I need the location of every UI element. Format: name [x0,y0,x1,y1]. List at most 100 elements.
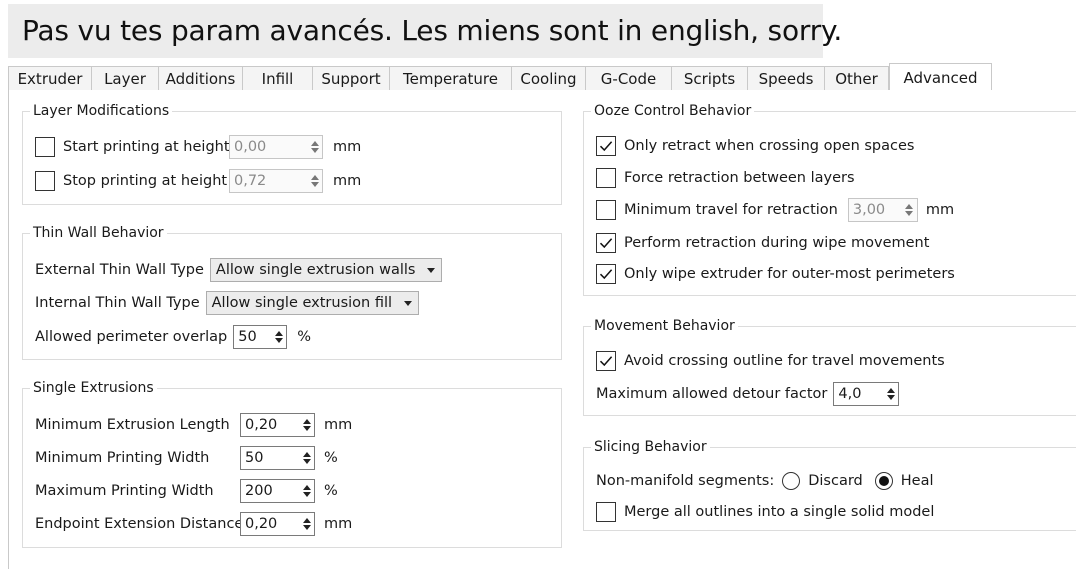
group-title: Slicing Behavior [591,438,710,456]
select-value: Allow single extrusion walls [215,262,416,278]
tab-infill[interactable]: Infill [243,66,313,91]
start-printing-row: Start printing at height 0,00 mm [35,134,361,160]
tab-g-code[interactable]: G-Code [586,66,672,91]
retract-open-label: Only retract when crossing open spaces [624,138,915,154]
tab-layer[interactable]: Layer [92,66,159,91]
unit-label: % [297,329,312,345]
tab-extruder[interactable]: Extruder [8,66,92,91]
checkmark-icon [599,356,613,367]
spin-value: 50 [245,450,264,466]
unit-label: mm [333,139,362,155]
spin-value: 3,00 [852,202,886,218]
spin-value: 200 [245,483,273,499]
tab-speeds[interactable]: Speeds [748,66,825,91]
endpoint-extension-row: Endpoint Extension Distance 0,20 mm [35,511,352,537]
internal-thin-wall-select[interactable]: Allow single extrusion fill [205,291,420,315]
thin-wall-group: Thin Wall Behavior External Thin Wall Ty… [22,224,562,360]
spin-arrows-icon[interactable] [901,199,917,221]
tab-advanced[interactable]: Advanced [889,63,992,92]
spin-arrows-icon[interactable] [298,513,314,535]
nonmanifold-label: Non-manifold segments: [596,473,775,489]
perimeter-overlap-label: Allowed perimeter overlap [35,329,228,345]
group-title: Layer Modifications [30,102,173,120]
nonmanifold-row: Non-manifold segments: Discard Heal [596,468,934,494]
radio-dot-icon [878,476,889,486]
checkmark-icon [599,141,613,152]
advanced-panel: Layer Modifications Start printing at he… [8,90,1076,569]
heal-label: Heal [900,473,934,489]
min-travel-spinbox[interactable]: 3,00 [847,198,918,222]
external-thin-wall-row: External Thin Wall Type Allow single ext… [35,257,443,283]
avoid-crossing-label: Avoid crossing outline for travel moveme… [624,353,945,369]
discard-radio[interactable] [782,472,801,490]
spin-arrows-icon[interactable] [270,326,286,348]
min-printing-width-spinbox[interactable]: 50 [240,446,315,470]
wipe-outer-checkbox[interactable] [596,264,616,284]
ooze-control-group: Ooze Control Behavior Only retract when … [583,102,1076,296]
merge-outlines-label: Merge all outlines into a single solid m… [624,504,935,520]
external-thin-wall-select[interactable]: Allow single extrusion walls [209,258,443,282]
endpoint-extension-label: Endpoint Extension Distance [35,516,244,532]
external-thin-wall-label: External Thin Wall Type [35,262,204,278]
merge-outlines-checkbox[interactable] [596,502,616,522]
spin-value: 50 [238,329,257,345]
start-height-spinbox[interactable]: 0,00 [229,135,323,159]
stop-printing-checkbox[interactable] [35,171,55,191]
force-retract-checkbox[interactable] [596,168,616,188]
retract-open-checkbox[interactable] [596,136,616,156]
unit-label: mm [925,202,955,218]
perimeter-overlap-spinbox[interactable]: 50 [233,325,288,349]
max-printing-width-spinbox[interactable]: 200 [240,479,315,503]
caption-banner: Pas vu tes param avancés. Les miens sont… [8,4,842,58]
start-printing-checkbox[interactable] [35,137,55,157]
tab-cooling[interactable]: Cooling [512,66,586,91]
retract-open-row: Only retract when crossing open spaces [596,133,914,159]
avoid-crossing-checkbox[interactable] [596,351,616,371]
max-printing-width-row: Maximum Printing Width 200 % [35,478,338,504]
spin-arrows-icon[interactable] [298,447,314,469]
unit-label: % [324,450,338,466]
tab-scripts[interactable]: Scripts [672,66,748,91]
spin-arrows-icon[interactable] [298,480,314,502]
discard-label: Discard [808,473,863,489]
tab-additions[interactable]: Additions [159,66,243,91]
spin-arrows-icon[interactable] [306,136,322,158]
spin-arrows-icon[interactable] [882,383,898,405]
stop-printing-label: Stop printing at height [63,173,228,189]
min-extrusion-length-row: Minimum Extrusion Length 0,20 mm [35,412,352,438]
min-travel-row: Minimum travel for retraction 3,00 mm [596,197,954,223]
min-extrusion-length-spinbox[interactable]: 0,20 [240,413,315,437]
stop-printing-row: Stop printing at height 0,72 mm [35,168,361,194]
wipe-outer-label: Only wipe extruder for outer-most perime… [624,266,955,282]
group-title: Ooze Control Behavior [591,102,755,120]
detour-factor-label: Maximum allowed detour factor [596,386,828,402]
spin-arrows-icon[interactable] [306,170,322,192]
unit-label: mm [324,516,353,532]
single-extrusions-group: Single Extrusions Minimum Extrusion Leng… [22,379,562,548]
tab-temperature[interactable]: Temperature [390,66,512,91]
unit-label: % [324,483,338,499]
wipe-retract-checkbox[interactable] [596,233,616,253]
unit-label: mm [324,417,353,433]
endpoint-extension-spinbox[interactable]: 0,20 [240,512,315,536]
unit-label: mm [333,173,362,189]
start-printing-label: Start printing at height [63,139,230,155]
spin-value: 0,20 [245,516,278,532]
select-value: Allow single extrusion fill [211,295,393,311]
internal-thin-wall-row: Internal Thin Wall Type Allow single ext… [35,290,420,316]
slicing-behavior-group: Slicing Behavior Non-manifold segments: … [583,438,1076,531]
heal-radio[interactable] [874,472,893,490]
wipe-outer-row: Only wipe extruder for outer-most perime… [596,261,955,287]
detour-factor-spinbox[interactable]: 4,0 [833,382,900,406]
stop-height-spinbox[interactable]: 0,72 [229,169,323,193]
tab-support[interactable]: Support [313,66,390,91]
checkmark-icon [599,269,613,280]
spin-arrows-icon[interactable] [298,414,314,436]
group-title: Thin Wall Behavior [30,224,167,242]
tab-other[interactable]: Other [825,66,889,91]
min-travel-checkbox[interactable] [596,200,616,220]
checkmark-icon [599,238,613,249]
force-retract-row: Force retraction between layers [596,165,855,191]
min-extrusion-length-label: Minimum Extrusion Length [35,417,230,433]
merge-outlines-row: Merge all outlines into a single solid m… [596,499,934,525]
